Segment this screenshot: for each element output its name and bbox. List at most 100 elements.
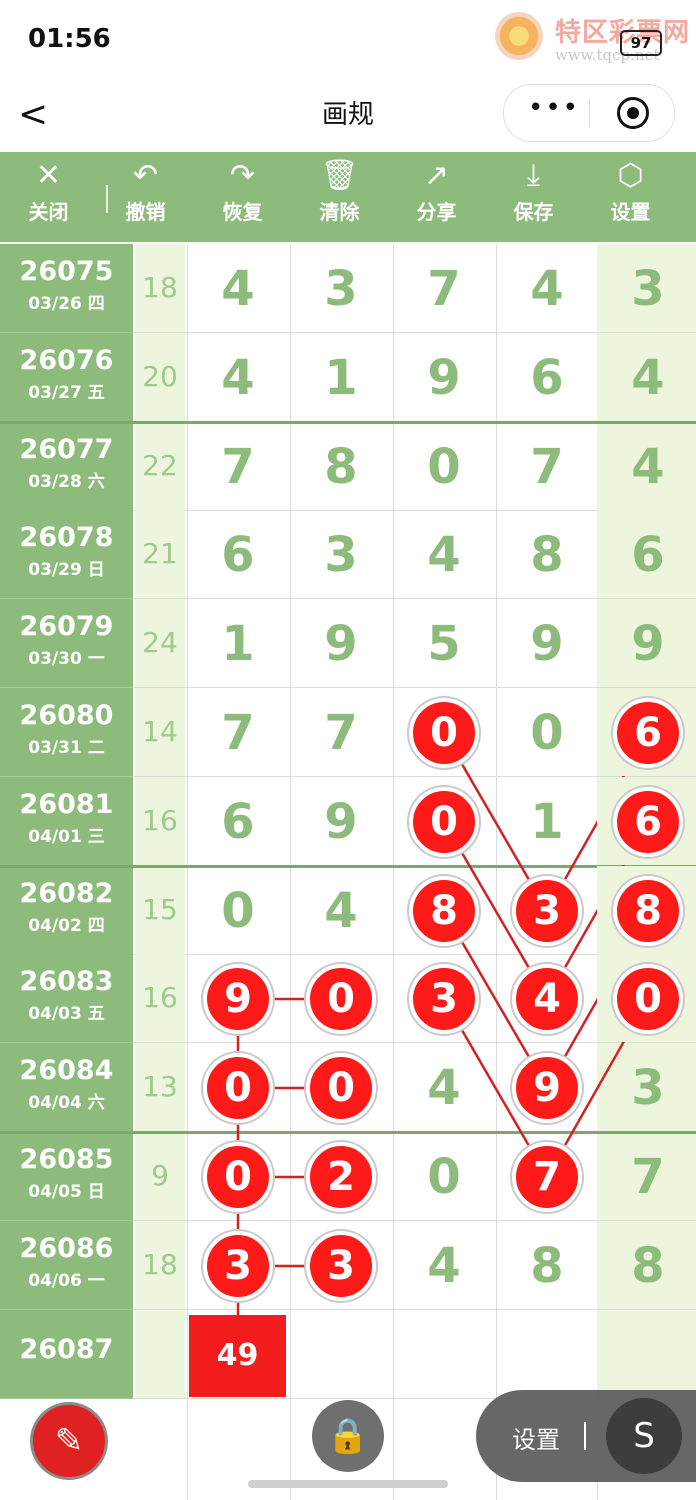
digit-cell[interactable] bbox=[597, 1310, 696, 1398]
digit-cell[interactable]: 3 bbox=[597, 1043, 696, 1131]
digit-cell[interactable]: 2 bbox=[290, 1132, 392, 1220]
highlight-ball[interactable]: 9 bbox=[203, 964, 273, 1034]
settings-pill-label[interactable]: 设置 bbox=[512, 1420, 560, 1455]
digit-cell[interactable]: 0 bbox=[187, 866, 289, 954]
digit-cell[interactable]: 6 bbox=[187, 777, 289, 865]
digit-cell[interactable]: 9 bbox=[393, 333, 495, 421]
digit-cell[interactable]: 7 bbox=[290, 688, 392, 776]
highlight-ball[interactable]: 6 bbox=[613, 787, 683, 857]
digit-cell[interactable]: 7 bbox=[187, 422, 289, 510]
digit-cell[interactable]: 4 bbox=[290, 866, 392, 954]
digit-cell[interactable]: 7 bbox=[597, 1132, 696, 1220]
digit-cell[interactable]: 4 bbox=[597, 422, 696, 510]
digit-cell[interactable]: 4 bbox=[597, 333, 696, 421]
digit-cell[interactable] bbox=[290, 1310, 392, 1398]
digit-cell[interactable]: 0 bbox=[393, 777, 495, 865]
digit-cell[interactable]: 3 bbox=[496, 866, 598, 954]
toolbar-close-button[interactable]: ✕ 关闭 bbox=[0, 152, 97, 242]
highlight-ball[interactable]: 0 bbox=[613, 964, 683, 1034]
toolbar-undo-button[interactable]: ↶ 撤销 bbox=[97, 152, 194, 242]
highlight-ball[interactable]: 8 bbox=[613, 876, 683, 946]
close-target-icon[interactable] bbox=[617, 97, 649, 129]
digit-cell[interactable]: 3 bbox=[290, 244, 392, 332]
digit-cell[interactable]: 0 bbox=[393, 1132, 495, 1220]
highlight-ball[interactable]: 9 bbox=[512, 1053, 582, 1123]
digit-cell[interactable]: 9 bbox=[597, 599, 696, 687]
digit-cell[interactable]: 9 bbox=[496, 599, 598, 687]
digit-cell[interactable]: 9 bbox=[187, 954, 289, 1042]
digit-cell[interactable]: 4 bbox=[496, 244, 598, 332]
digit-cell[interactable]: 3 bbox=[187, 1221, 289, 1309]
digit-cell[interactable]: 9 bbox=[496, 1043, 598, 1131]
highlight-ball[interactable]: 3 bbox=[512, 876, 582, 946]
digit-cell[interactable]: 8 bbox=[496, 510, 598, 598]
lock-button[interactable]: 🔒 bbox=[312, 1400, 384, 1472]
highlight-ball[interactable]: 4 bbox=[512, 964, 582, 1034]
digit-cell[interactable]: 6 bbox=[597, 777, 696, 865]
digit-cell[interactable]: 4 bbox=[393, 1043, 495, 1131]
digit-cell[interactable]: 6 bbox=[597, 688, 696, 776]
digit-cell[interactable]: 3 bbox=[290, 510, 392, 598]
digit-cell[interactable]: 0 bbox=[597, 954, 696, 1042]
digit-cell[interactable]: 1 bbox=[187, 599, 289, 687]
sum-cell: 22 bbox=[135, 422, 185, 510]
highlight-ball[interactable]: 0 bbox=[306, 964, 376, 1034]
highlight-ball[interactable]: 0 bbox=[409, 787, 479, 857]
digit-cell[interactable]: 3 bbox=[290, 1221, 392, 1309]
digit-cell[interactable]: 3 bbox=[393, 954, 495, 1042]
digit-cell[interactable]: 4 bbox=[187, 333, 289, 421]
toolbar-redo-button[interactable]: ↷ 恢复 bbox=[194, 152, 291, 242]
digit-cell[interactable]: 0 bbox=[393, 422, 495, 510]
digit-cell[interactable]: 5 bbox=[393, 599, 495, 687]
digit-cell[interactable]: 7 bbox=[496, 422, 598, 510]
digit-cell[interactable]: 0 bbox=[187, 1043, 289, 1131]
digit-cell[interactable]: 9 bbox=[290, 777, 392, 865]
highlight-ball[interactable]: 3 bbox=[203, 1231, 273, 1301]
digit-cell[interactable]: 8 bbox=[393, 866, 495, 954]
digit-cell[interactable]: 6 bbox=[597, 510, 696, 598]
digit-cell[interactable]: 4 bbox=[393, 510, 495, 598]
digit-cell[interactable]: 8 bbox=[597, 1221, 696, 1309]
digit-cell[interactable] bbox=[393, 1310, 495, 1398]
digit-cell[interactable]: 4 bbox=[393, 1221, 495, 1309]
digit-cell[interactable]: 9 bbox=[290, 599, 392, 687]
highlight-ball[interactable]: 0 bbox=[409, 698, 479, 768]
highlight-ball[interactable]: 0 bbox=[306, 1053, 376, 1123]
more-button[interactable]: ••• bbox=[528, 93, 580, 123]
digit-cell[interactable]: 8 bbox=[290, 422, 392, 510]
highlight-ball[interactable]: 6 bbox=[613, 698, 683, 768]
digit-cell[interactable]: 4 bbox=[187, 244, 289, 332]
highlight-ball[interactable]: 3 bbox=[306, 1231, 376, 1301]
toolbar-trash-button[interactable]: 🗑 清除 bbox=[291, 152, 388, 242]
digit-cell[interactable]: 0 bbox=[393, 688, 495, 776]
digit-cell[interactable]: 7 bbox=[187, 688, 289, 776]
digit-cell[interactable]: 3 bbox=[597, 244, 696, 332]
highlight-ball[interactable]: 7 bbox=[512, 1142, 582, 1212]
digit-cell[interactable]: 6 bbox=[496, 333, 598, 421]
digit-cell[interactable]: 6 bbox=[187, 510, 289, 598]
digit-cell[interactable]: 0 bbox=[290, 954, 392, 1042]
digit-cell[interactable]: 7 bbox=[496, 1132, 598, 1220]
highlight-ball[interactable]: 8 bbox=[409, 876, 479, 946]
digit-cell[interactable]: 0 bbox=[290, 1043, 392, 1131]
digit-cell[interactable] bbox=[496, 1310, 598, 1398]
battery-icon: 97 bbox=[620, 30, 662, 56]
digit-cell[interactable]: 1 bbox=[496, 777, 598, 865]
highlight-ball[interactable]: 0 bbox=[203, 1053, 273, 1123]
digit-cell[interactable]: 0 bbox=[187, 1132, 289, 1220]
pen-tool-button[interactable]: ✎ bbox=[30, 1402, 108, 1480]
digit-cell[interactable]: 1 bbox=[290, 333, 392, 421]
toolbar-share-button[interactable]: ↗ 分享 bbox=[388, 152, 485, 242]
highlight-ball[interactable]: 0 bbox=[203, 1142, 273, 1212]
digit-cell[interactable]: 0 bbox=[496, 688, 598, 776]
highlight-ball[interactable]: 2 bbox=[306, 1142, 376, 1212]
toolbar-settings-button[interactable]: ⬡ 设置 bbox=[582, 152, 679, 242]
highlight-ball[interactable]: 3 bbox=[409, 964, 479, 1034]
digit-cell[interactable]: 7 bbox=[393, 244, 495, 332]
digit-cell[interactable]: 8 bbox=[597, 866, 696, 954]
toolbar-download-button[interactable]: ⤓ 保存 bbox=[485, 152, 582, 242]
digit-cell[interactable]: 4 bbox=[496, 954, 598, 1042]
result-box[interactable]: 49 bbox=[189, 1315, 286, 1397]
digit-cell[interactable]: 8 bbox=[496, 1221, 598, 1309]
s-menu-button[interactable]: S bbox=[606, 1398, 682, 1474]
